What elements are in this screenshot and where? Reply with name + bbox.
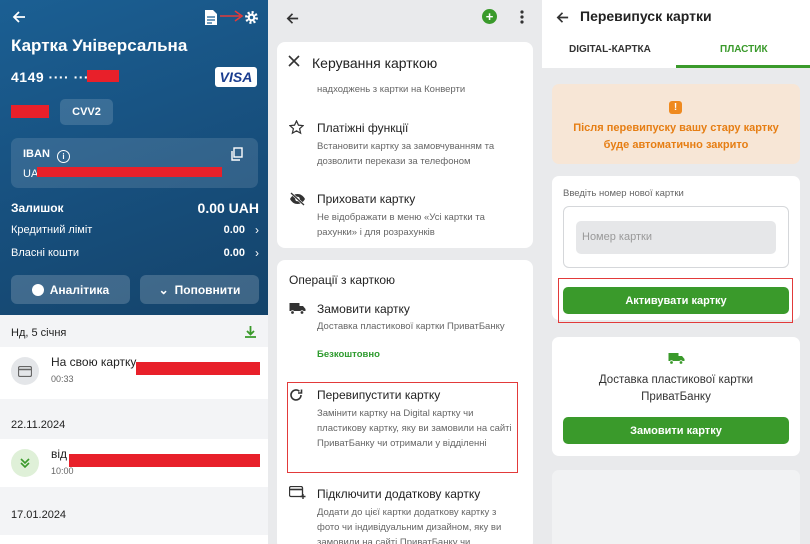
highlight-frame — [558, 278, 793, 323]
section-title: Операції з карткою — [289, 273, 396, 287]
document-icon[interactable] — [203, 8, 219, 26]
truck-icon — [668, 352, 685, 365]
own-funds-row[interactable]: Власні кошти 0.00 › — [11, 246, 259, 260]
order-card-button[interactable]: Замовити картку — [563, 417, 789, 444]
transactions-list: Нд, 5 січня На свою картку 00:33 22.11.2… — [0, 315, 268, 544]
more-vertical-icon[interactable] — [518, 9, 526, 25]
date-header: 17.01.2024 — [11, 509, 67, 521]
warning-box: ! Після перевипуску вашу стару картку бу… — [552, 84, 800, 164]
redaction-bar — [87, 70, 119, 82]
reissue-header: Перевипуск картки DIGITAL-КАРТКА ПЛАСТИК — [542, 0, 810, 68]
card-management-sheet: Керування карткою надходжень з картки на… — [277, 42, 533, 248]
highlight-frame — [287, 382, 518, 473]
sheet-title: Керування карткою — [312, 55, 438, 71]
transaction-item[interactable]: від 10:00 — [0, 439, 268, 487]
analytics-button[interactable]: Аналітика — [11, 275, 130, 304]
card-management-screen: + Керування карткою надходжень з картки … — [270, 0, 540, 544]
download-icon[interactable] — [243, 324, 257, 338]
close-icon[interactable] — [287, 54, 301, 68]
info-icon[interactable]: i — [56, 150, 70, 163]
input-wrapper: Номер картки — [563, 206, 789, 268]
warning-text: Після перевипуску вашу стару картку буде… — [573, 122, 779, 151]
double-chevron-down-icon: ⌄ — [158, 282, 169, 297]
card-number-input[interactable]: Номер картки — [576, 221, 776, 254]
date-header: 22.11.2024 — [11, 419, 66, 431]
card-number: 4149 ···· ···· — [11, 69, 95, 85]
input-label: Введіть номер нової картки — [563, 188, 684, 199]
hide-card-desc: Не відображати в меню «Усі картки та рах… — [317, 212, 485, 238]
back-arrow-icon[interactable] — [552, 7, 572, 27]
card-icon — [11, 357, 39, 385]
add-icon[interactable]: + — [482, 9, 497, 24]
own-funds-amount: 0.00 — [223, 247, 245, 259]
balance-amount: 0.00 UAH — [197, 200, 259, 216]
redaction-bar — [11, 105, 49, 118]
order-card-desc: Доставка пластикової картки ПриватБанку — [317, 321, 505, 332]
next-section — [552, 470, 800, 544]
transaction-item[interactable]: На свою картку 00:33 — [0, 347, 268, 399]
delivery-card: Доставка пластикової картки ПриватБанку … — [552, 337, 800, 456]
transaction-time: 00:33 — [51, 374, 74, 384]
payment-functions-desc: Встановити картку за замовчуванням та до… — [317, 141, 495, 167]
hide-card-title[interactable]: Приховати картку — [317, 192, 415, 206]
iban-value: UA — [23, 168, 39, 180]
transaction-name: На свою картку — [51, 355, 137, 369]
analytics-icon — [31, 283, 44, 296]
add-extra-card-desc: Додати до цієї картки додаткову картку з… — [317, 507, 502, 544]
warning-icon: ! — [669, 101, 682, 114]
topup-button[interactable]: ⌄ Поповнити — [140, 275, 259, 304]
redaction-bar — [69, 454, 260, 467]
card-title: Картка Універсальна — [11, 36, 188, 55]
card-add-icon — [288, 485, 307, 502]
gear-icon[interactable] — [242, 8, 260, 26]
date-header: Нд, 5 січня — [11, 327, 67, 339]
free-label: Безкоштовно — [317, 349, 380, 360]
tab-digital-card[interactable]: DIGITAL-КАРТКА — [569, 44, 651, 55]
iban-box: IBAN i UA — [11, 138, 258, 188]
eye-off-icon — [289, 192, 307, 208]
truck-icon — [289, 302, 307, 318]
redaction-bar — [37, 167, 222, 177]
credit-limit-row[interactable]: Кредитний ліміт 0.00 › — [11, 223, 259, 237]
back-arrow-icon[interactable] — [8, 6, 30, 28]
page-title: Перевипуск картки — [580, 8, 712, 24]
star-icon — [288, 119, 307, 136]
credit-limit-amount: 0.00 — [223, 224, 245, 236]
topup-label: Поповнити — [174, 282, 241, 297]
iban-label-text: IBAN — [23, 148, 50, 160]
add-extra-card-title[interactable]: Підключити додаткову картку — [317, 487, 480, 501]
chevron-right-icon: › — [255, 223, 259, 237]
iban-label: IBAN i — [23, 148, 70, 163]
transaction-name: від — [51, 447, 68, 461]
tab-plastic[interactable]: ПЛАСТИК — [720, 44, 768, 55]
credit-limit-label: Кредитний ліміт — [11, 224, 93, 236]
analytics-label: Аналітика — [49, 282, 110, 297]
order-card-title[interactable]: Замовити картку — [317, 302, 410, 316]
own-funds-label: Власні кошти — [11, 247, 80, 259]
back-arrow-icon[interactable] — [282, 8, 302, 28]
card-details-screen: Картка Універсальна 4149 ···· ···· VISA … — [0, 0, 268, 544]
card-reissue-screen: Перевипуск картки DIGITAL-КАРТКА ПЛАСТИК… — [542, 0, 810, 544]
partial-description: надходжень з картки на Конверти — [317, 84, 466, 95]
active-tab-indicator — [676, 65, 810, 68]
double-chevron-down-icon — [11, 449, 39, 477]
transaction-time: 10:00 — [51, 466, 74, 476]
visa-logo: VISA — [215, 67, 257, 87]
redaction-bar — [136, 362, 260, 375]
balance-row: Залишок 0.00 UAH — [11, 200, 259, 216]
copy-icon[interactable] — [229, 146, 243, 161]
card-header: Картка Універсальна 4149 ···· ···· VISA … — [0, 0, 268, 315]
payment-functions-title[interactable]: Платіжні функції — [317, 121, 408, 135]
delivery-text: Доставка пластикової картки ПриватБанку — [598, 374, 754, 403]
balance-label: Залишок — [11, 201, 64, 215]
top-bar: + — [270, 0, 540, 36]
transaction-item[interactable] — [0, 535, 268, 544]
cvv-button[interactable]: CVV2 — [60, 99, 113, 125]
chevron-right-icon: › — [255, 246, 259, 260]
